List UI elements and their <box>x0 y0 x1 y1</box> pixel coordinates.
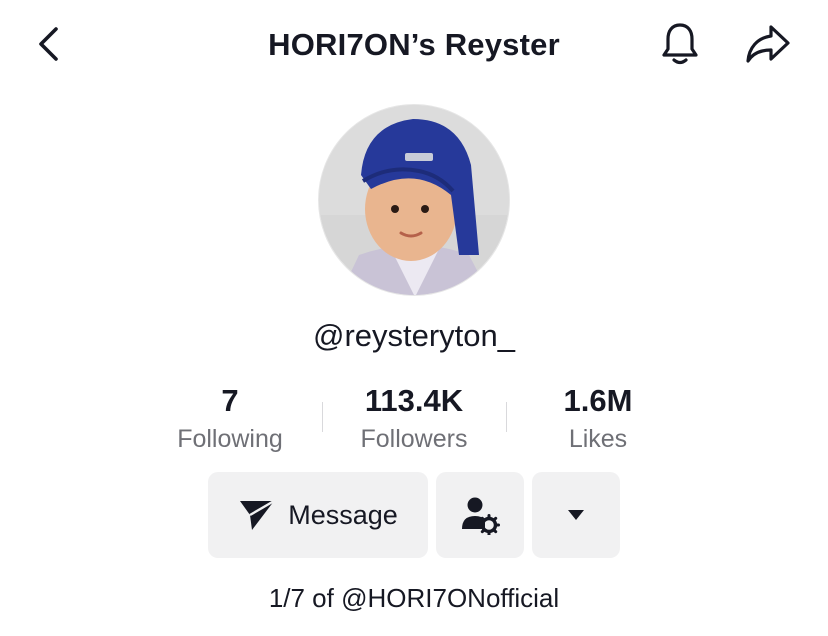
stat-likes[interactable]: 1.6M Likes <box>506 382 690 462</box>
friend-settings-button[interactable] <box>436 472 524 558</box>
stat-divider <box>506 402 507 432</box>
notification-button[interactable] <box>656 20 704 68</box>
user-settings-icon <box>462 497 500 535</box>
followers-count: 113.4K <box>364 383 464 418</box>
message-button[interactable]: Message <box>208 472 428 558</box>
more-options-button[interactable] <box>532 472 620 558</box>
following-count: 7 <box>221 383 239 418</box>
action-buttons: Message <box>208 472 620 558</box>
likes-label: Likes <box>568 425 628 453</box>
send-icon <box>240 499 275 530</box>
likes-count: 1.6M <box>563 383 633 418</box>
stats-row: 7 Following 113.4K Followers 1.6M Likes <box>138 382 690 462</box>
stat-followers[interactable]: 113.4K Followers <box>322 382 506 462</box>
stat-following[interactable]: 7 Following <box>138 382 322 462</box>
stat-divider <box>322 402 323 432</box>
profile-photo <box>319 105 509 295</box>
following-label: Following <box>177 425 283 453</box>
avatar[interactable] <box>318 104 510 296</box>
share-button[interactable] <box>742 20 794 68</box>
share-arrow-icon <box>746 25 790 63</box>
followers-label: Followers <box>360 425 468 453</box>
caret-down-icon <box>568 510 584 520</box>
message-button-label: Message <box>288 499 398 530</box>
username: @reysteryton_ <box>312 318 516 353</box>
bell-icon <box>662 23 698 65</box>
header: HORI7ON’s Reyster <box>0 0 828 92</box>
bio: 1/7 of @HORI7ONofficial <box>268 583 560 613</box>
